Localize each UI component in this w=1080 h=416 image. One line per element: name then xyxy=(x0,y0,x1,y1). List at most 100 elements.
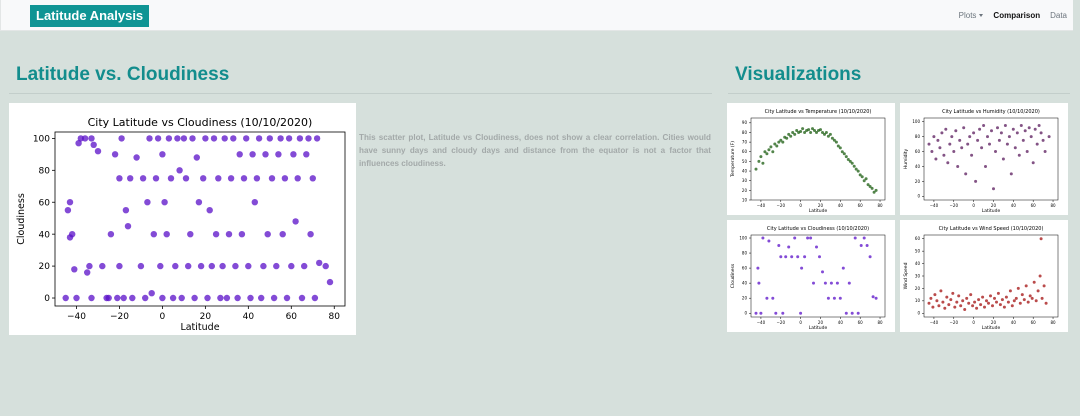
data-point xyxy=(995,300,998,304)
x-tick-label: 60 xyxy=(286,312,298,322)
nav-plots-label: Plots xyxy=(958,10,977,20)
data-point xyxy=(967,301,971,305)
data-point xyxy=(197,262,205,270)
thumb-humidity-link[interactable]: City Latitude vs Humidity (10/10/2020) −4… xyxy=(900,103,1068,215)
data-point xyxy=(943,306,947,310)
data-point xyxy=(144,199,151,206)
data-point xyxy=(988,142,991,146)
plot-description: This scatter plot, Latitude vs Cloudines… xyxy=(359,133,711,169)
data-point xyxy=(1003,124,1007,127)
data-point xyxy=(970,153,974,157)
data-point xyxy=(159,294,166,302)
y-tick-label: 80 xyxy=(742,130,748,135)
data-point xyxy=(88,135,95,142)
data-point xyxy=(1038,274,1042,278)
x-tick-label: 20 xyxy=(818,203,824,208)
data-point xyxy=(163,231,170,238)
x-tick-label: 20 xyxy=(991,320,997,325)
data-point xyxy=(303,151,310,158)
nav-plots-dropdown[interactable]: Plots xyxy=(959,11,984,20)
data-point xyxy=(88,294,95,302)
data-point xyxy=(292,218,299,225)
data-point xyxy=(277,135,284,142)
data-point xyxy=(991,304,994,308)
x-tick-label: 40 xyxy=(838,203,844,208)
data-point xyxy=(307,231,314,238)
data-point xyxy=(835,281,839,285)
data-point xyxy=(930,150,934,153)
data-point xyxy=(64,207,72,214)
y-tick-label: 60 xyxy=(742,266,748,271)
data-point xyxy=(309,175,316,182)
data-point xyxy=(785,136,789,140)
brand-link[interactable]: Latitude Analysis xyxy=(30,5,150,27)
x-tick-label: 60 xyxy=(1031,320,1037,325)
y-tick-label: 40 xyxy=(742,168,748,173)
x-tick-label: −40 xyxy=(930,320,939,325)
data-point xyxy=(270,294,278,302)
nav-data-link[interactable]: Data xyxy=(1050,11,1067,20)
data-point xyxy=(793,132,797,136)
caret-down-icon xyxy=(979,13,984,17)
y-tick-label: 50 xyxy=(915,249,921,254)
data-point xyxy=(120,294,127,302)
data-point xyxy=(1043,150,1047,153)
thumb-cloudiness-link[interactable]: City Latitude vs Cloudiness (10/10/2020)… xyxy=(727,220,895,332)
data-point xyxy=(844,311,848,315)
data-point xyxy=(316,259,323,267)
x-tick-label: 60 xyxy=(858,320,864,325)
temperature-scatter-plot: City Latitude vs Temperature (10/10/2020… xyxy=(730,109,886,214)
data-point xyxy=(1039,131,1043,135)
data-point xyxy=(759,311,763,315)
data-point xyxy=(275,151,282,158)
data-point xyxy=(243,135,250,142)
data-point xyxy=(862,236,866,240)
data-point xyxy=(137,262,145,270)
data-point xyxy=(980,146,984,150)
x-tick-label: 0 xyxy=(799,320,802,325)
data-point xyxy=(1012,299,1016,303)
thumb-wind-link[interactable]: City Latitude vs Wind Speed (10/10/2020)… xyxy=(900,220,1068,332)
data-point xyxy=(996,126,999,130)
data-point xyxy=(232,262,239,270)
y-tick-label: 40 xyxy=(915,261,921,266)
thumb-temperature-link[interactable]: City Latitude vs Temperature (10/10/2020… xyxy=(727,103,895,215)
data-point xyxy=(850,311,854,315)
x-tick-label: 80 xyxy=(1050,203,1056,208)
data-point xyxy=(1039,237,1043,241)
data-point xyxy=(234,294,241,302)
x-tick-label: 0 xyxy=(799,203,802,208)
title-divider xyxy=(9,93,712,94)
data-point xyxy=(118,135,125,142)
data-point xyxy=(251,199,258,206)
data-point xyxy=(1021,138,1025,142)
data-point xyxy=(111,151,119,158)
data-point xyxy=(973,300,977,304)
data-point xyxy=(217,294,224,302)
data-point xyxy=(998,303,1002,307)
y-tick-label: 50 xyxy=(742,159,748,164)
data-point xyxy=(210,135,218,142)
chart-title: City Latitude vs Temperature (10/10/2020… xyxy=(765,109,872,115)
x-tick-label: −20 xyxy=(110,312,129,322)
x-tick-label: 60 xyxy=(1031,203,1037,208)
data-point xyxy=(957,294,961,298)
data-point xyxy=(227,175,235,182)
data-point xyxy=(972,131,976,135)
data-point xyxy=(801,127,805,131)
data-point xyxy=(985,299,988,303)
x-tick-label: 40 xyxy=(1011,203,1017,208)
data-point xyxy=(146,135,153,142)
data-point xyxy=(133,154,140,161)
data-point xyxy=(832,296,836,300)
data-point xyxy=(940,131,944,135)
data-point xyxy=(230,135,237,142)
data-point xyxy=(865,244,869,247)
plot-frame xyxy=(750,234,886,318)
nav-comparison-link[interactable]: Comparison xyxy=(993,11,1040,20)
data-point xyxy=(765,296,769,300)
data-point xyxy=(245,262,252,270)
data-point xyxy=(1041,138,1045,142)
y-tick-label: 60 xyxy=(915,149,921,154)
y-axis-label: Temperature (F) xyxy=(730,141,736,178)
